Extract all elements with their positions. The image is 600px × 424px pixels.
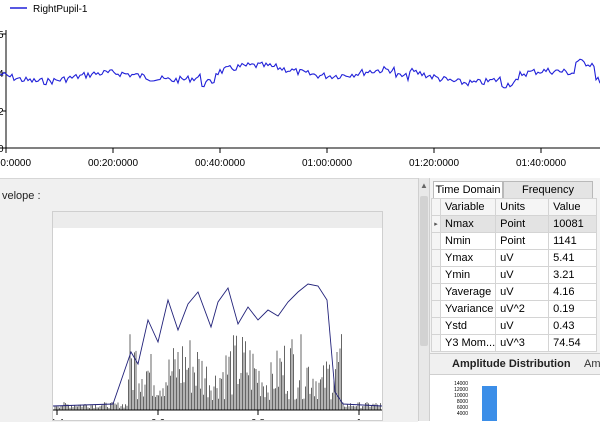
y-tick-label: 2 — [0, 107, 4, 118]
envelope-x-tick-label: 0.6 — [151, 418, 165, 420]
row-indicator-header — [431, 198, 441, 216]
envelope-x-tick-label: 0.8 — [251, 418, 265, 420]
amplitude-y-tick-label: 4000 — [457, 411, 468, 417]
column-header-units[interactable]: Units — [495, 198, 550, 216]
table-header-row: Variable Units Value — [431, 198, 597, 216]
envelope-x-tick-label: 1 — [356, 418, 362, 420]
y-tick-label: 5 — [0, 30, 4, 41]
envelope-plot-header — [53, 212, 382, 228]
table-row[interactable]: Yaverage uV 4.16 — [431, 283, 597, 301]
pupil-signal-plot: RightPupil-1 5420 00:00:000000:20:000000… — [0, 4, 600, 169]
cell-value: 5.41 — [548, 249, 597, 267]
cell-variable: Nmax — [439, 215, 497, 233]
x-tick-label: 01:40:0000 — [516, 158, 566, 169]
table-row[interactable]: Ymax uV 5.41 — [431, 249, 597, 267]
x-tick-label: 01:00:0000 — [302, 158, 352, 169]
amplitude-bar — [482, 386, 497, 421]
cell-units: uV — [495, 266, 550, 284]
scrollbar-thumb[interactable] — [420, 196, 428, 346]
statistics-table: Variable Units Value ▸ Nmax Point 10081 … — [431, 198, 597, 352]
cell-value: 3.21 — [548, 266, 597, 284]
envelope-line — [52, 283, 383, 407]
signal-line — [0, 58, 600, 89]
tab-time-domain[interactable]: Time Domain — [433, 181, 503, 198]
cell-variable: Y3 Mom... — [439, 334, 497, 352]
envelope-label: velope : — [2, 190, 41, 202]
table-row[interactable]: Y3 Mom... uV^3 74.54 — [431, 334, 597, 352]
cell-value: 1141 — [548, 232, 597, 250]
cell-units: uV^3 — [495, 334, 550, 352]
cell-value: 0.43 — [548, 317, 597, 335]
cell-value: 10081 — [548, 215, 597, 233]
row-indicator — [431, 266, 441, 284]
cell-variable: Yvariance — [439, 300, 497, 318]
tab-amplitude-second[interactable]: Am — [584, 358, 600, 370]
envelope-plot-frame: 0.4 0.6 0.8 1 — [50, 211, 383, 424]
cell-variable: Ystd — [439, 317, 497, 335]
row-indicator — [431, 232, 441, 250]
row-indicator — [431, 249, 441, 267]
cell-variable: Yaverage — [439, 283, 497, 301]
pupil-signal-chart: RightPupil-1 5420 00:00:000000:20:000000… — [0, 0, 600, 178]
cell-variable: Ymin — [439, 266, 497, 284]
y-tick-label: 0 — [0, 144, 4, 155]
cell-units: Point — [495, 232, 550, 250]
cell-units: Point — [495, 215, 550, 233]
table-row[interactable]: Yvariance uV^2 0.19 — [431, 300, 597, 318]
cell-value: 4.16 — [548, 283, 597, 301]
cell-units: uV — [495, 317, 550, 335]
cell-value: 0.19 — [548, 300, 597, 318]
column-header-value[interactable]: Value — [548, 198, 597, 216]
tab-frequency-domain[interactable]: Frequency Domain — [503, 181, 593, 213]
envelope-plot: 0.4 0.6 0.8 1 — [50, 212, 383, 424]
cell-value: 74.54 — [548, 334, 597, 352]
x-tick-label: 00:40:0000 — [195, 158, 245, 169]
envelope-x-tick-label: 0.4 — [53, 418, 64, 420]
table-row[interactable]: Nmin Point 1141 — [431, 232, 597, 250]
x-tick-label: 00:20:0000 — [88, 158, 138, 169]
row-indicator — [431, 283, 441, 301]
row-indicator — [431, 300, 441, 318]
x-tick-label: 01:20:0000 — [409, 158, 459, 169]
cell-variable: Nmin — [439, 232, 497, 250]
table-row[interactable]: Ymin uV 3.21 — [431, 266, 597, 284]
column-header-variable[interactable]: Variable — [439, 198, 497, 216]
cell-variable: Ymax — [439, 249, 497, 267]
table-row[interactable]: ▸ Nmax Point 10081 — [431, 215, 597, 233]
x-tick-label: 00:00:0000 — [0, 158, 31, 169]
row-indicator — [431, 317, 441, 335]
legend-label: RightPupil-1 — [33, 4, 88, 15]
row-indicator — [431, 334, 441, 352]
tab-amplitude-distribution[interactable]: Amplitude Distribution — [452, 358, 571, 370]
table-row[interactable]: Ystd uV 0.43 — [431, 317, 597, 335]
cell-units: uV — [495, 283, 550, 301]
scroll-up-icon[interactable]: ▲ — [420, 182, 428, 190]
cell-units: uV — [495, 249, 550, 267]
amplitude-plot-area: 14000 12000 10000 8000 6000 4000 — [430, 375, 600, 421]
amplitude-plot: 140001200010000800060004000 — [454, 381, 497, 421]
current-row-icon: ▸ — [431, 215, 441, 233]
cell-units: uV^2 — [495, 300, 550, 318]
